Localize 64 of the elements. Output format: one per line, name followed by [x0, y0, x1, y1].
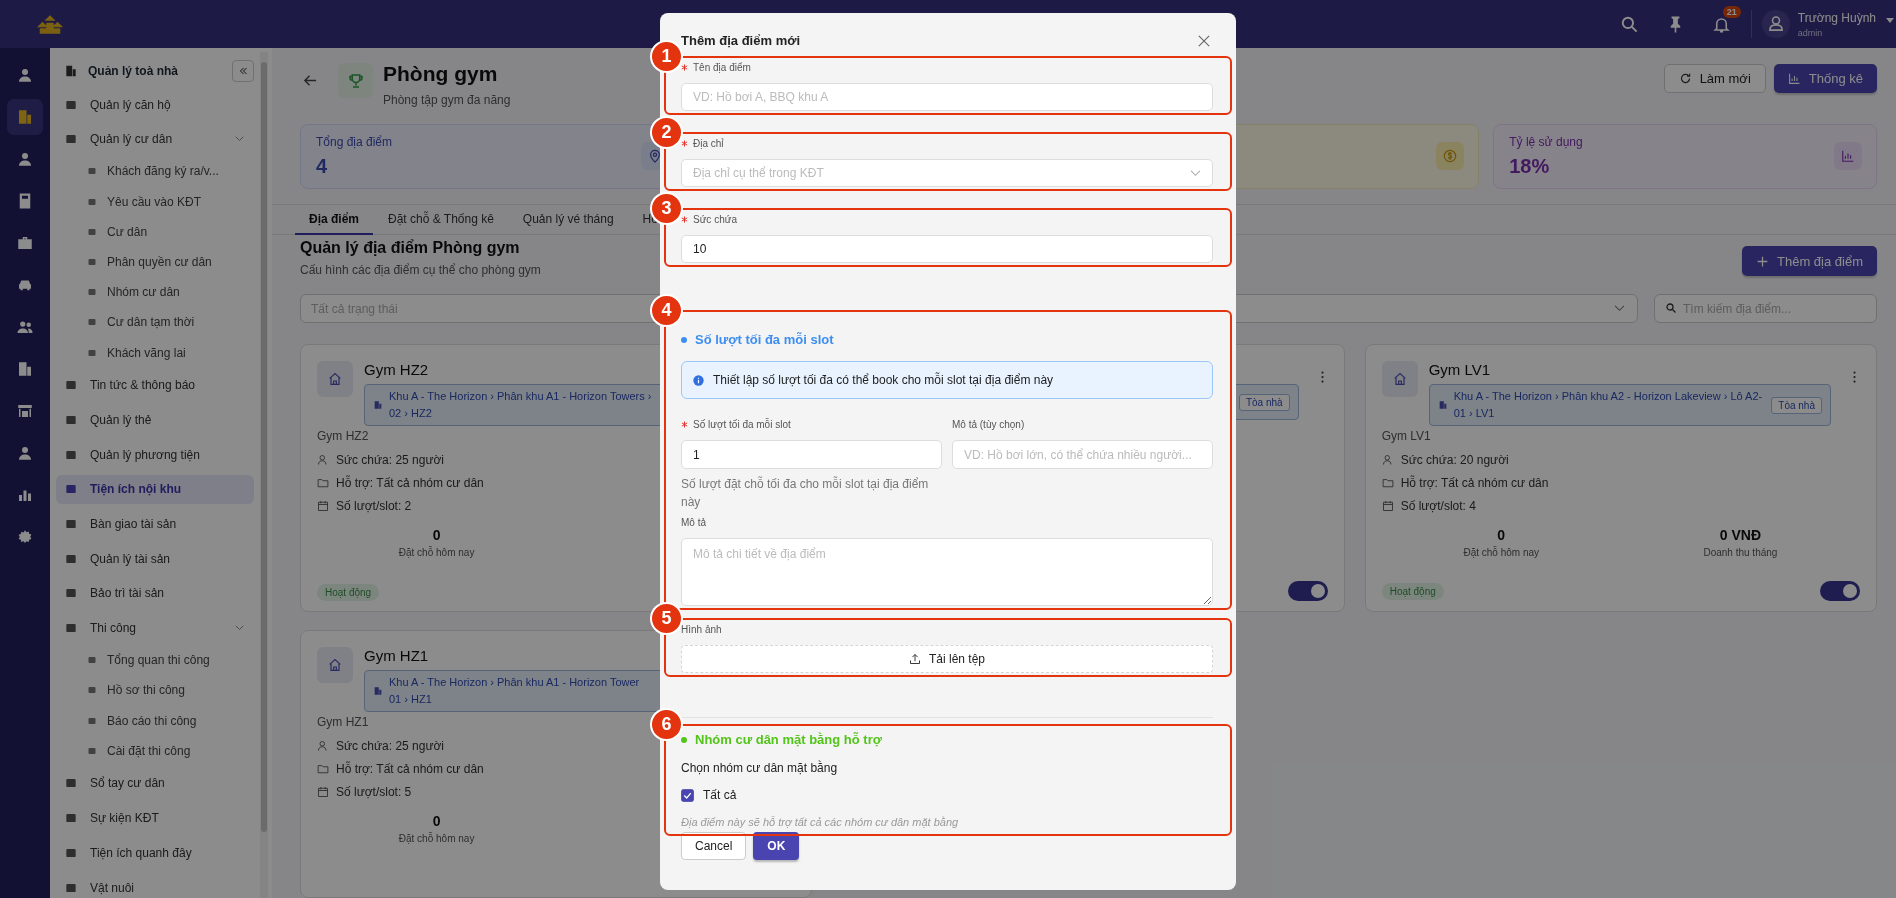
section-subtitle: Cấu hình các địa điểm cụ thể cho phòng gym: [300, 263, 541, 277]
location-name: Gym LV1: [1428, 361, 1491, 378]
checkbox-label: Tất cả: [703, 788, 737, 802]
detail-text: Số lượt/slot: 5: [336, 785, 412, 799]
address-path: Khu A - The Horizon › Phân khu A2 - Horizon Lakeview › Lô A2-: [1453, 389, 1763, 404]
address-path: Khu A - The Horizon › Phân khu A1 - Horizon Towers ›: [389, 389, 652, 404]
note-text: Địa điểm này sẽ hỗ trợ tất cả các nhóm cư dân mặt bằng: [681, 816, 960, 830]
page-subtitle: Phòng tập gym đa năng: [383, 93, 511, 107]
field-label: Hình ảnh: [681, 624, 722, 635]
field-label: Địa chỉ: [693, 138, 724, 149]
address-path: 02 › HZ2: [389, 406, 432, 421]
stat-value: 18%: [1509, 154, 1551, 178]
location-subtitle: Gym LV1: [1381, 429, 1431, 443]
section-heading: Nhóm cư dân mặt bằng hỗ trợ: [695, 732, 882, 747]
stat-value: 0: [1497, 527, 1506, 543]
stat-label: Đặt chỗ hôm nay: [398, 833, 475, 844]
field-label: Mô tả: [681, 517, 706, 528]
detail-text: Số lượt/slot: 4: [1400, 499, 1476, 513]
building-tag: Tòa nhà: [1238, 393, 1290, 411]
detail-text: Số lượt/slot: 2: [336, 499, 412, 513]
field-label: Số lượt tối đa mỗi slot: [693, 419, 791, 430]
address-path: Khu A - The Horizon › Phân khu A1 - Horizon Tower: [389, 675, 640, 690]
detail-text: Sức chứa: 25 người: [336, 739, 445, 753]
detail-text: Hỗ trợ: Tất cả nhóm cư dân: [336, 476, 484, 490]
detail-text: Hỗ trợ: Tất cả nhóm cư dân: [336, 762, 484, 776]
field-label: Chọn nhóm cư dân mặt bằng: [681, 761, 839, 775]
address-path: 01 › LV1: [1453, 406, 1495, 421]
section-heading: Số lượt tối đa mỗi slot: [695, 332, 834, 347]
stat-value: 0: [432, 527, 441, 543]
callout-number-badge: 5: [650, 602, 683, 635]
section-title: Quản lý địa điểm Phòng gym: [300, 239, 521, 257]
stat-label: Doanh thu tháng: [1703, 547, 1778, 558]
callout-number-badge: 1: [650, 40, 683, 73]
stat-label: Tổng địa điểm: [316, 134, 393, 149]
notification-badge: 21: [1722, 5, 1741, 18]
stat-label: Đặt chỗ hôm nay: [1463, 547, 1540, 558]
user-role: admin: [1797, 27, 1824, 38]
detail-text: Sức chứa: 25 người: [336, 453, 445, 467]
callout-number-badge: 2: [650, 116, 683, 149]
page-title: Phòng gym: [383, 62, 499, 86]
location-name: Gym HZ1: [364, 647, 429, 664]
user-name: Trường Huỳnh: [1797, 10, 1876, 25]
location-name: Gym HZ2: [364, 361, 429, 378]
field-label: Mô tả (tùy chọn): [952, 419, 1025, 430]
callout-number-badge: 4: [650, 294, 683, 327]
location-subtitle: Gym HZ2: [317, 429, 369, 443]
sidebar-title: Quản lý toà nhà: [88, 64, 178, 78]
field-label: Tên địa điểm: [693, 62, 751, 73]
location-subtitle: Gym HZ1: [317, 715, 369, 729]
building-tag: Tòa nhà: [1771, 396, 1822, 414]
detail-text: Sức chứa: 20 người: [1400, 453, 1509, 467]
status-tag: Hoạt động: [317, 584, 380, 601]
info-text: Thiết lập số lượt tối đa có thể book cho mỗi slot tại địa điểm này: [713, 373, 1054, 387]
stat-value: 4: [316, 154, 329, 178]
stat-value: 0: [432, 813, 441, 829]
address-path: 01 › HZ1: [389, 692, 432, 707]
stat-label: Tỷ lệ sử dụng: [1509, 134, 1583, 149]
dialog-title: Thêm địa điểm mới: [681, 33, 801, 48]
status-tag: Hoạt động: [1381, 582, 1444, 600]
stat-value: 0 VNĐ: [1719, 527, 1762, 543]
field-label: Sức chứa: [693, 214, 737, 225]
detail-text: Hỗ trợ: Tất cả nhóm cư dân: [1400, 476, 1549, 490]
stat-label: Đặt chỗ hôm nay: [398, 547, 475, 558]
help-text: Số lượt đặt chỗ tối đa cho mỗi slot tại địa điểm này: [681, 475, 930, 511]
